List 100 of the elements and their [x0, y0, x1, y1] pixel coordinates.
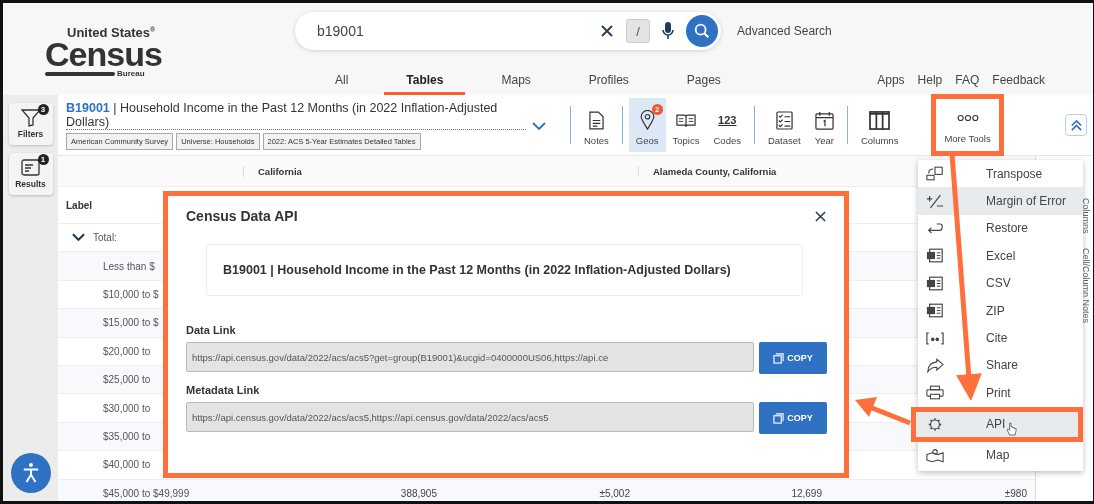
- row-label: $25,000 to: [103, 374, 151, 386]
- collapse-button[interactable]: [1065, 114, 1087, 136]
- copy-button[interactable]: COPY: [759, 342, 827, 374]
- file-icon: [926, 303, 944, 319]
- table-cell-text: ±5,002: [598, 487, 631, 499]
- toolbar-button[interactable]: Columns: [853, 98, 906, 152]
- row-label: Total:: [93, 232, 117, 244]
- menu-item[interactable]: ZIP: [918, 296, 1083, 325]
- chevron-icon[interactable]: [72, 233, 85, 243]
- link-field[interactable]: https://api.census.gov/data/2022/acs/acs5,https://api.census.gov/data/2022/acs/acs5: [186, 402, 754, 432]
- document-icon: [588, 110, 604, 130]
- codes-icon: 123: [718, 114, 737, 126]
- row-label: $35,000 to: [103, 430, 151, 442]
- logo-wordmark: Census: [45, 39, 163, 70]
- field-label: Metadata Link: [186, 384, 261, 396]
- toolbar-button[interactable]: 2 Geos: [628, 98, 666, 152]
- field-label: Data Link: [186, 324, 237, 336]
- more-icon: [956, 114, 979, 122]
- menu-item[interactable]: API: [916, 411, 1078, 437]
- transpose-icon: [926, 166, 944, 182]
- table-cell-text: 12,699: [790, 487, 823, 499]
- advanced-search-link[interactable]: Advanced Search: [737, 24, 832, 38]
- count-badge: 3: [37, 104, 49, 115]
- nav-tab[interactable]: Pages: [664, 73, 743, 95]
- file-icon: [926, 248, 944, 264]
- row-label: $40,000 to: [103, 459, 151, 471]
- logo-text: Bureau: [117, 69, 145, 79]
- map-icon: [926, 447, 944, 463]
- plus-minus-icon: [926, 193, 944, 209]
- menu-item[interactable]: Map: [918, 441, 1083, 469]
- menu-item[interactable]: Restore: [918, 214, 1083, 243]
- header-link[interactable]: FAQ: [955, 73, 980, 87]
- quote-icon: [926, 330, 944, 346]
- sidebar-button[interactable]: 1 Results: [8, 153, 53, 195]
- link-field[interactable]: https://api.census.gov/data/2022/acs/acs5?get=group(B19001)&ucgid=0400000US06,https://api.ce: [186, 342, 754, 372]
- table-name: B19001 | Household Income in the Past 12 Months (in 2022 Inflation-Adjusted Dollars): [223, 263, 731, 277]
- toolbar-button[interactable]: Year: [807, 98, 841, 152]
- side-panel-tab[interactable]: Cell/Column Notes: [1080, 245, 1092, 325]
- printer-icon: [926, 385, 944, 401]
- copy-icon: [773, 412, 785, 424]
- sidebar-button[interactable]: 3 Filters: [8, 103, 53, 145]
- row-label: $45,000 to $49,999: [103, 487, 190, 499]
- row-label: $20,000 to: [103, 345, 151, 357]
- toolbar-button[interactable]: Topics: [665, 98, 707, 152]
- clear-icon[interactable]: [600, 24, 614, 38]
- chevron-down-icon[interactable]: [532, 121, 546, 130]
- shortcut-key: /: [626, 19, 650, 43]
- dialog-title: Census Data API: [186, 208, 298, 224]
- nav-tab[interactable]: Maps: [479, 73, 553, 95]
- close-icon[interactable]: [815, 210, 826, 222]
- share-icon: [926, 357, 944, 373]
- return-arrow-icon: [926, 220, 944, 236]
- book-icon: [676, 112, 696, 128]
- search-button[interactable]: [686, 15, 718, 47]
- nav-tab[interactable]: All: [313, 73, 371, 95]
- copy-icon: [773, 352, 785, 364]
- column-header: Alameda County, California: [638, 165, 830, 177]
- header-link[interactable]: Feedback: [992, 73, 1045, 87]
- row-label: $10,000 to $: [103, 288, 159, 300]
- header-link[interactable]: Apps: [877, 73, 905, 87]
- menu-item[interactable]: CSV: [918, 269, 1083, 297]
- copy-button[interactable]: COPY: [759, 402, 827, 434]
- row-label: $30,000 to: [103, 402, 151, 414]
- row-label: Less than $: [103, 260, 155, 272]
- file-icon: [926, 275, 944, 291]
- microphone-icon[interactable]: [662, 21, 674, 41]
- document-icon: [20, 159, 41, 177]
- menu-item[interactable]: Share: [918, 351, 1083, 380]
- census-logo[interactable]: United States$^{®}$ Census Bureau: [3, 3, 203, 95]
- chevrons-up-icon: [1069, 118, 1083, 132]
- filter-icon: [20, 109, 41, 127]
- column-header: California: [243, 165, 445, 177]
- toolbar-button[interactable]: 123 Codes: [706, 98, 748, 152]
- menu-item[interactable]: Print: [918, 379, 1083, 407]
- menu-item[interactable]: Excel: [918, 242, 1083, 270]
- side-panel-tab[interactable]: Columns: [1080, 196, 1092, 236]
- toolbar-button[interactable]: Notes: [577, 98, 616, 152]
- menu-item[interactable]: Transpose: [918, 160, 1083, 188]
- toolbar-button[interactable]: Dataset: [760, 98, 808, 152]
- gear-icon: [926, 416, 944, 432]
- table-cell-text: ±980: [1003, 487, 1028, 499]
- search-field[interactable]: b19001: [315, 22, 588, 40]
- menu-item[interactable]: Margin of Error: [918, 187, 1083, 215]
- calendar-icon: [814, 110, 834, 130]
- count-badge: 2: [651, 104, 663, 115]
- accessibility-button[interactable]: [10, 453, 51, 493]
- header-link[interactable]: Help: [917, 73, 943, 87]
- search-icon: [693, 22, 711, 40]
- table-cell-text: 388,905: [399, 487, 438, 499]
- count-badge: 1: [37, 154, 49, 165]
- toolbar-button[interactable]: More Tools: [936, 100, 999, 150]
- hand-cursor-icon: [1006, 421, 1017, 437]
- menu-item[interactable]: Cite: [918, 324, 1083, 352]
- search-bar[interactable]: b19001 /: [295, 12, 721, 50]
- checklist-icon: [775, 110, 793, 130]
- nav-tab[interactable]: Profiles: [566, 73, 651, 95]
- row-label: $15,000 to $: [103, 317, 159, 329]
- logo-text: United States$^{®}$: [67, 24, 157, 40]
- table-title: B19001 | Household Income in the Past 12 Months (in 2022 Inflation-Adjusted Dollars): [66, 100, 526, 130]
- columns-icon: [869, 110, 891, 130]
